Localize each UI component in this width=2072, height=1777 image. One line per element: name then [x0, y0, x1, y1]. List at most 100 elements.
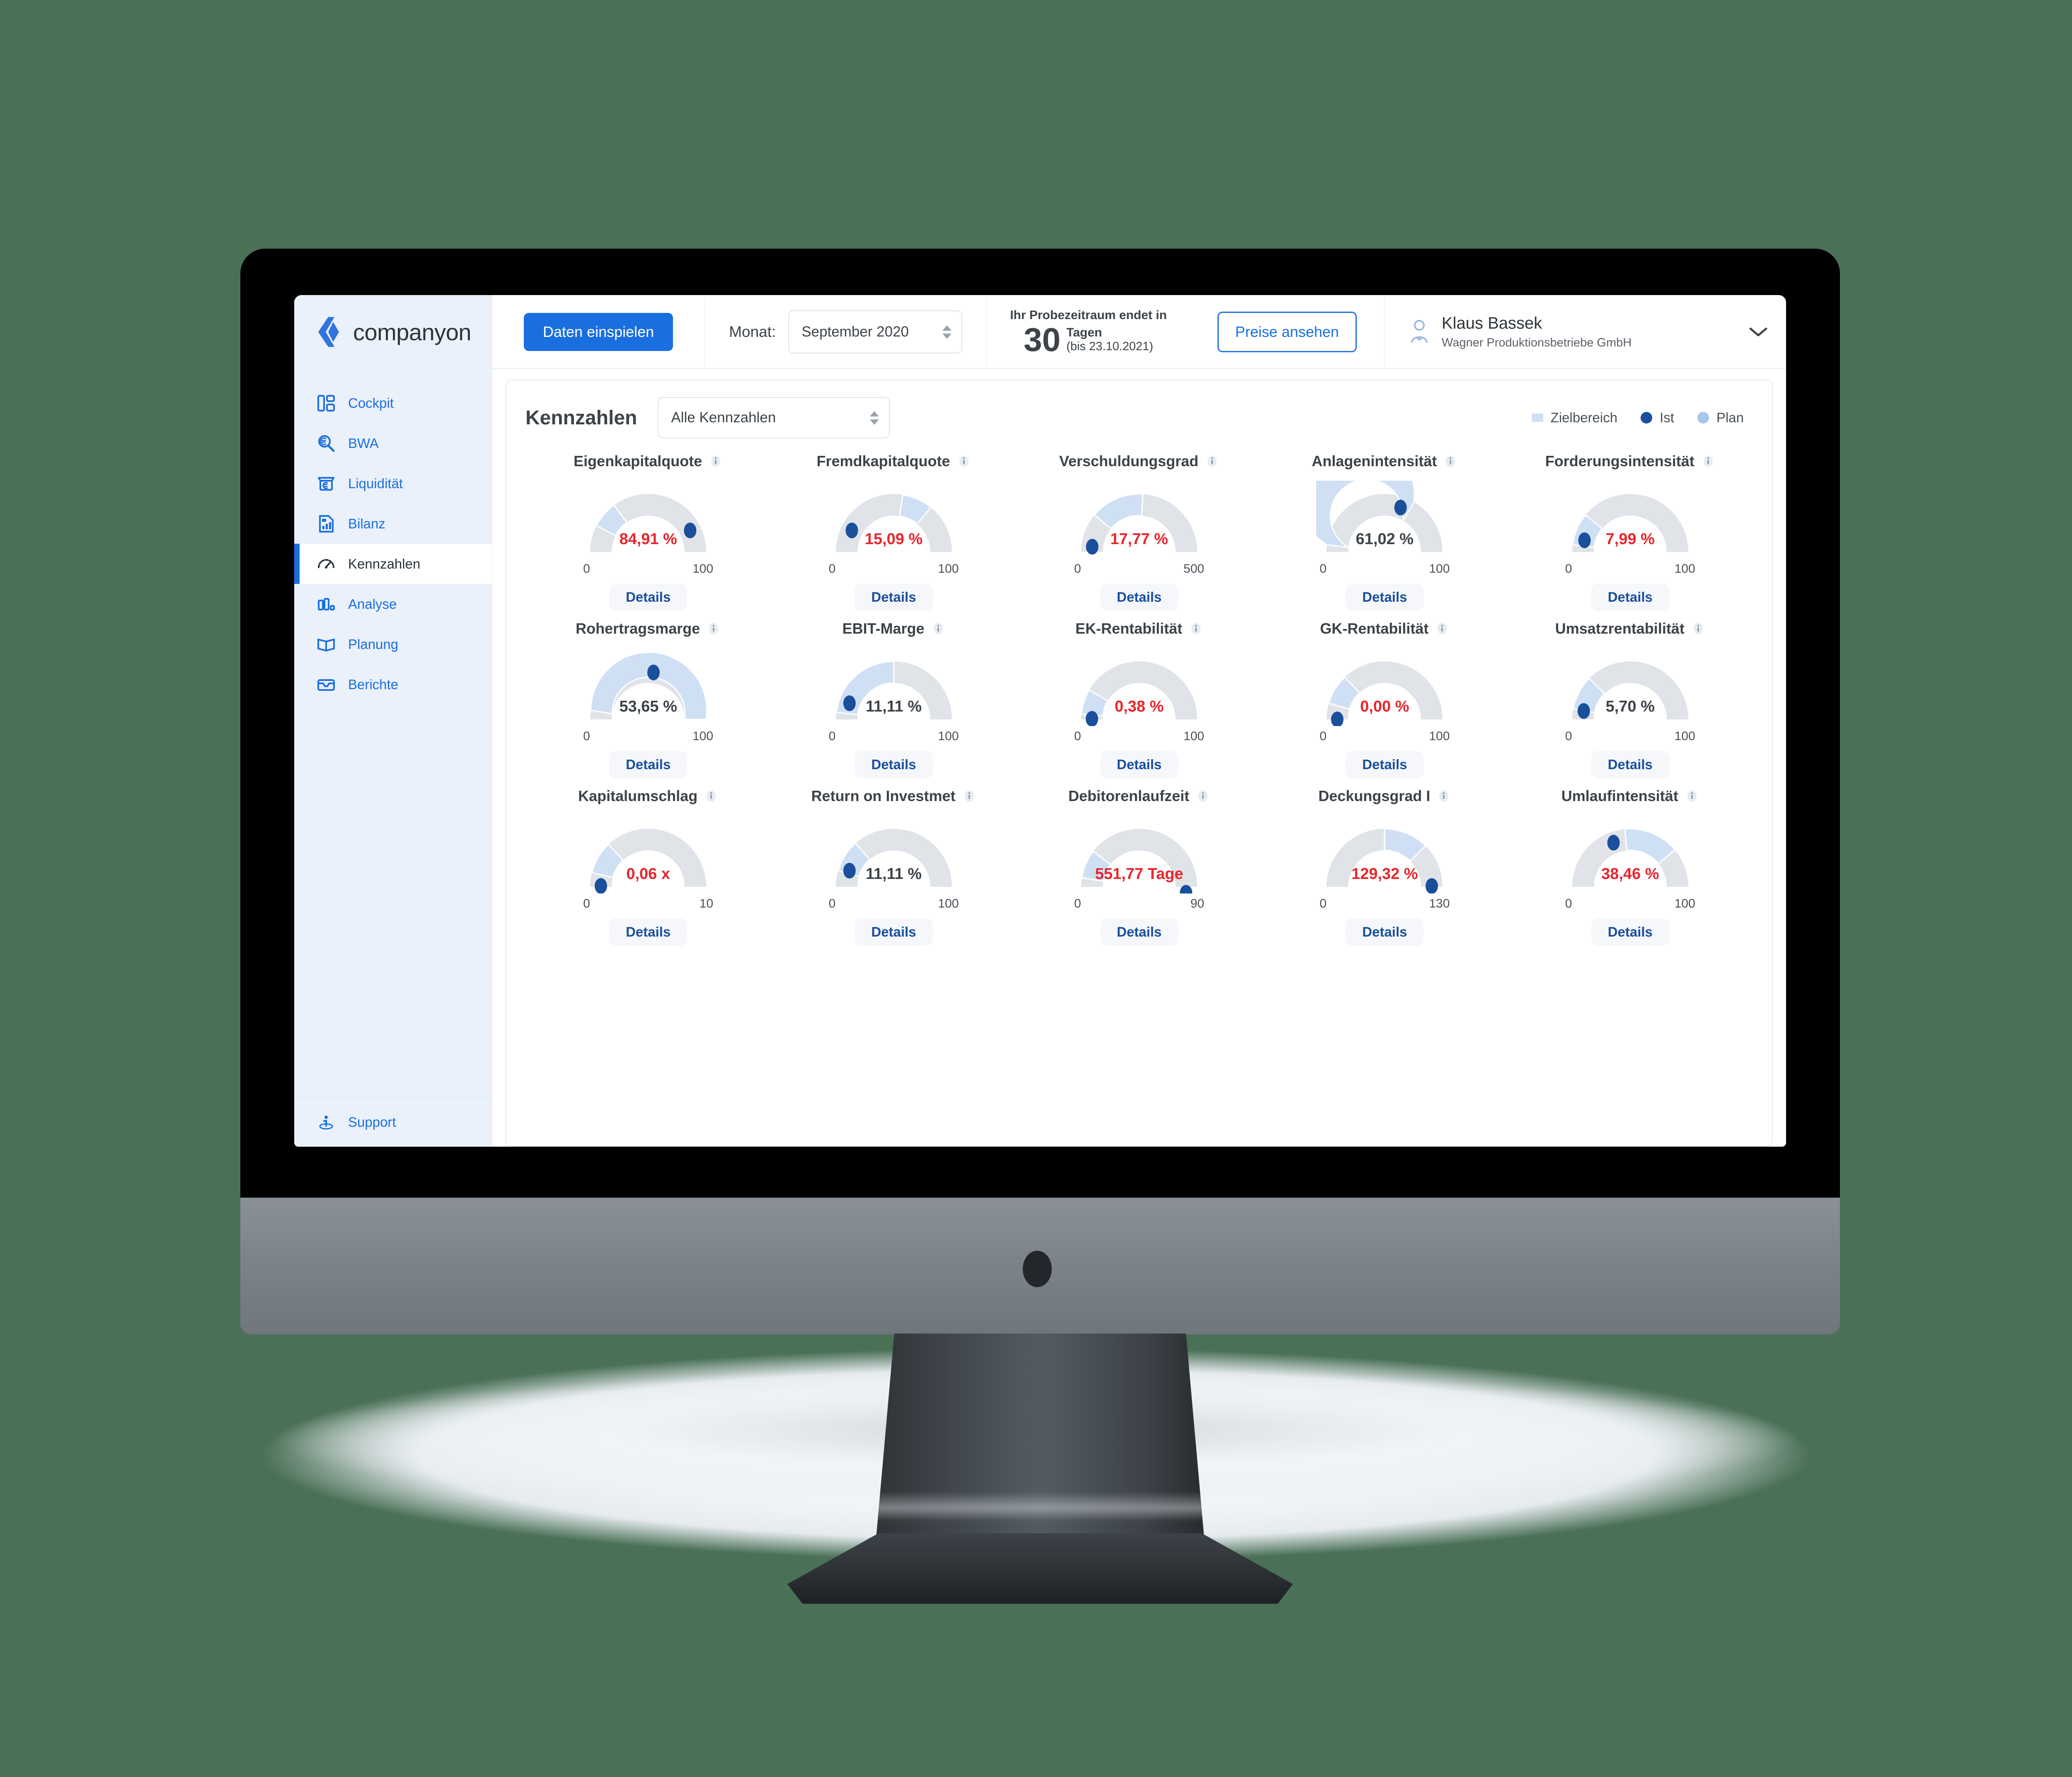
kennzahl-value: 53,65 % — [619, 698, 677, 715]
axis-max-label: 100 — [692, 562, 714, 576]
gauge-axis: 0 100 — [580, 726, 716, 743]
info-icon[interactable] — [931, 622, 945, 636]
gauge-ist-marker — [1607, 835, 1620, 851]
details-button[interactable]: Details — [1591, 751, 1669, 778]
axis-max-label: 100 — [938, 897, 959, 910]
kennzahl-card: Kapitalumschlag 0,06 x 0 10 Details — [525, 787, 771, 955]
month-select[interactable]: September 2020 — [788, 310, 963, 353]
info-icon[interactable] — [1435, 622, 1449, 636]
sidebar-item-liquiditaet[interactable]: Liquidität — [294, 463, 492, 504]
gauge-chart: 0,06 x — [580, 816, 716, 893]
kennzahl-title-row: Forderungsintensität — [1545, 453, 1715, 470]
info-icon[interactable] — [957, 454, 971, 468]
info-icon[interactable] — [1189, 622, 1203, 636]
details-button[interactable]: Details — [1100, 751, 1179, 778]
kennzahl-title-row: EK-Rentabilität — [1075, 620, 1203, 637]
sidebar-item-label: Cockpit — [348, 395, 394, 411]
info-icon[interactable] — [1196, 789, 1210, 803]
info-icon[interactable] — [1205, 454, 1219, 468]
import-data-button[interactable]: Daten einspielen — [524, 313, 673, 351]
kennzahl-title-row: Umlaufintensität — [1561, 787, 1699, 805]
details-button[interactable]: Details — [1346, 918, 1424, 946]
sidebar-item-planung[interactable]: Planung — [294, 624, 492, 664]
month-segment: Monat: September 2020 — [705, 295, 986, 369]
user-menu[interactable]: Klaus Bassek Wagner Produktionsbetriebe … — [1385, 295, 1786, 369]
sidebar: Cockpit BWA Liquidität Bilanz Kennzahlen… — [294, 369, 492, 1147]
kennzahl-card: EBIT-Marge 11,11 % 0 100 Details — [771, 620, 1016, 787]
axis-max-label: 100 — [938, 562, 959, 576]
bar-chart-icon — [318, 598, 335, 610]
view-pricing-button[interactable]: Preise ansehen — [1217, 312, 1357, 352]
details-button[interactable]: Details — [1100, 918, 1179, 946]
axis-min-label: 0 — [828, 562, 836, 576]
stepper-icon[interactable] — [870, 411, 879, 425]
kennzahlen-filter-select[interactable]: Alle Kennzahlen — [658, 397, 890, 438]
book-icon — [317, 638, 335, 651]
details-button[interactable]: Details — [854, 583, 933, 611]
kennzahl-value: 15,09 % — [864, 530, 923, 548]
details-button[interactable]: Details — [1591, 918, 1669, 946]
kennzahl-value: 129,32 % — [1351, 865, 1418, 883]
gauge-chart: 551,77 Tage — [1071, 816, 1208, 893]
info-icon[interactable] — [704, 789, 718, 803]
chevron-down-icon[interactable] — [1748, 326, 1769, 338]
gauge-ist-marker — [647, 664, 660, 680]
kennzahl-title-row: Umsatzrentabilität — [1555, 620, 1705, 637]
info-icon[interactable] — [1437, 789, 1451, 803]
atm-euro-icon — [318, 477, 334, 491]
month-label: Monat: — [729, 323, 776, 340]
stepper-icon[interactable] — [942, 325, 952, 339]
details-button[interactable]: Details — [854, 918, 933, 946]
sidebar-item-bilanz[interactable]: Bilanz — [294, 504, 492, 544]
kennzahl-name: Forderungsintensität — [1545, 453, 1694, 470]
kennzahl-value: 7,99 % — [1605, 530, 1655, 548]
companyon-logo-icon — [318, 317, 339, 347]
details-button[interactable]: Details — [609, 583, 687, 611]
axis-max-label: 100 — [938, 729, 959, 743]
gauge-chart: 84,91 % — [580, 481, 716, 559]
sidebar-item-analyse[interactable]: Analyse — [294, 584, 492, 624]
info-icon[interactable] — [1691, 622, 1705, 636]
monitor-neck-gloss — [874, 1492, 1206, 1521]
info-icon[interactable] — [962, 789, 976, 803]
legend-item-plan: Plan — [1697, 410, 1744, 426]
details-button[interactable]: Details — [1100, 583, 1179, 611]
sidebar-item-cockpit[interactable]: Cockpit — [294, 383, 492, 423]
sidebar-item-label: Liquidität — [348, 475, 403, 491]
info-icon[interactable] — [709, 454, 723, 468]
axis-min-label: 0 — [1074, 729, 1081, 743]
axis-min-label: 0 — [1319, 729, 1327, 743]
axis-max-label: 100 — [1674, 897, 1695, 910]
info-icon[interactable] — [1701, 454, 1715, 468]
gauge-axis: 0 100 — [825, 559, 962, 576]
sidebar-item-berichte[interactable]: Berichte — [294, 664, 492, 705]
trial-info: Ihr Probezeitraum endet in 30 Tagen (bis… — [987, 295, 1190, 369]
details-button[interactable]: Details — [1591, 583, 1669, 611]
sidebar-item-kennzahlen[interactable]: Kennzahlen — [294, 544, 492, 584]
info-icon[interactable] — [707, 622, 721, 636]
info-icon[interactable] — [1685, 789, 1699, 803]
gauge-axis: 0 100 — [1316, 559, 1453, 576]
sidebar-item-bwa[interactable]: BWA — [294, 423, 492, 463]
kennzahl-value: 11,11 % — [865, 698, 922, 715]
kennzahl-card: Deckungsgrad I 129,32 % 0 130 Details — [1262, 787, 1507, 955]
details-button[interactable]: Details — [609, 918, 687, 946]
gauge-icon — [318, 559, 334, 569]
info-icon[interactable] — [1443, 454, 1457, 468]
kennzahl-value: 84,91 % — [619, 530, 677, 548]
kennzahl-card: Forderungsintensität 7,99 % 0 100 Details — [1508, 453, 1753, 620]
kennzahl-name: GK-Rentabilität — [1320, 620, 1429, 637]
kennzahl-name: Kapitalumschlag — [578, 787, 698, 804]
kennzahl-name: Debitorenlaufzeit — [1068, 787, 1189, 804]
gauge-chart: 38,46 % — [1562, 816, 1699, 893]
kennzahl-title-row: Eigenkapitalquote — [574, 453, 723, 470]
details-button[interactable]: Details — [1346, 751, 1424, 778]
main-content: Kennzahlen Alle Kennzahlen Zielbereich I… — [492, 369, 1786, 1147]
details-button[interactable]: Details — [609, 751, 687, 778]
details-button[interactable]: Details — [1346, 583, 1424, 611]
kennzahl-name: Verschuldungsgrad — [1059, 453, 1199, 470]
sidebar-item-support[interactable]: Support — [294, 1098, 492, 1147]
details-button[interactable]: Details — [854, 751, 933, 778]
gauge-axis: 0 100 — [1562, 893, 1699, 911]
import-segment: Daten einspielen — [492, 295, 673, 369]
